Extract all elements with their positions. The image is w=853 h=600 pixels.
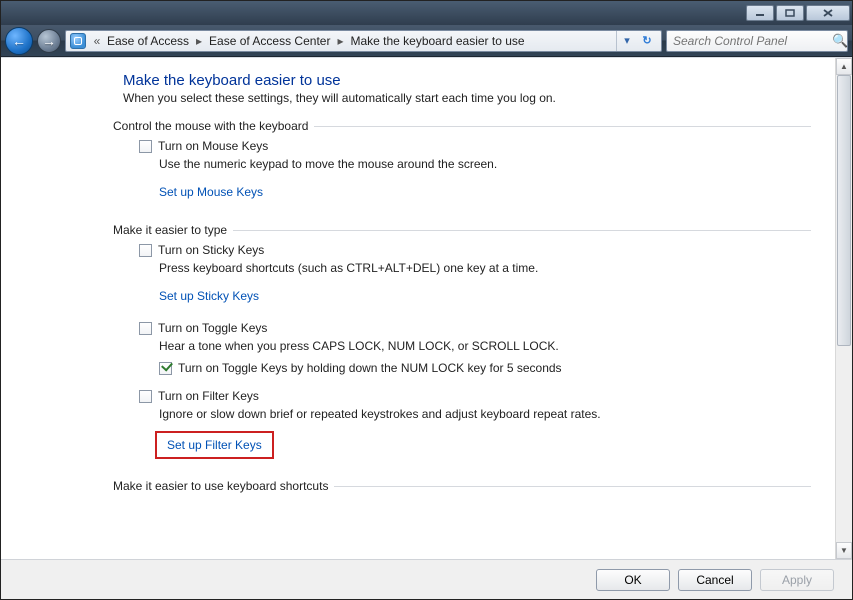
search-box[interactable]: 🔍 [666, 30, 848, 52]
annotation-filter-keys: Set up Filter Keys [155, 431, 274, 459]
search-input[interactable] [671, 33, 832, 49]
window: ← → « Ease of Access ▸ Ease of Access Ce… [0, 0, 853, 600]
row-toggle-numlock: Turn on Toggle Keys by holding down the … [159, 361, 811, 375]
breadcrumb-overflow[interactable]: « [90, 34, 104, 48]
scroll-down-button[interactable]: ▼ [836, 542, 852, 559]
address-dropdown[interactable]: ▾ [617, 31, 637, 51]
search-icon[interactable]: 🔍 [832, 33, 848, 49]
maximize-button[interactable] [776, 5, 804, 21]
address-bar[interactable]: « Ease of Access ▸ Ease of Access Center… [65, 30, 662, 52]
close-button[interactable] [806, 5, 850, 21]
group-head-label: Control the mouse with the keyboard [113, 119, 308, 133]
apply-button: Apply [760, 569, 834, 591]
link-setup-mouse-keys[interactable]: Set up Mouse Keys [159, 185, 263, 199]
navbar: ← → « Ease of Access ▸ Ease of Access Ce… [1, 25, 852, 57]
desc-toggle-keys: Hear a tone when you press CAPS LOCK, NU… [159, 339, 811, 353]
desc-mouse-keys: Use the numeric keypad to move the mouse… [159, 157, 811, 171]
link-setup-sticky-keys[interactable]: Set up Sticky Keys [159, 289, 259, 303]
content-wrap: Make the keyboard easier to use When you… [1, 57, 852, 559]
checkbox-label[interactable]: Turn on Toggle Keys by holding down the … [178, 361, 562, 375]
page-subtitle: When you select these settings, they wil… [123, 91, 811, 105]
desc-sticky-keys: Press keyboard shortcuts (such as CTRL+A… [159, 261, 811, 275]
refresh-icon: ↻ [642, 34, 651, 47]
breadcrumb-seg-current[interactable]: Make the keyboard easier to use [347, 34, 527, 48]
divider [233, 230, 811, 231]
checkbox-label[interactable]: Turn on Mouse Keys [158, 139, 268, 153]
breadcrumb-seg-center[interactable]: Ease of Access Center [206, 34, 333, 48]
checkbox-sticky-keys[interactable] [139, 244, 152, 257]
cancel-button[interactable]: Cancel [678, 569, 752, 591]
address-right-controls: ▾ ↻ [616, 31, 657, 51]
row-mouse-keys: Turn on Mouse Keys [139, 139, 811, 153]
scroll-thumb[interactable] [837, 75, 851, 346]
content: Make the keyboard easier to use When you… [1, 58, 835, 559]
row-toggle-keys: Turn on Toggle Keys [139, 321, 811, 335]
scroll-track[interactable] [836, 75, 852, 542]
chevron-right-icon[interactable]: ▸ [333, 34, 347, 48]
link-setup-filter-keys[interactable]: Set up Filter Keys [167, 438, 262, 452]
ok-button[interactable]: OK [596, 569, 670, 591]
group-head-label: Make it easier to type [113, 223, 227, 237]
checkbox-filter-keys[interactable] [139, 390, 152, 403]
checkbox-label[interactable]: Turn on Toggle Keys [158, 321, 267, 335]
forward-button[interactable]: → [37, 29, 61, 53]
row-sticky-keys: Turn on Sticky Keys [139, 243, 811, 257]
group-head-shortcuts: Make it easier to use keyboard shortcuts [113, 479, 811, 493]
divider [314, 126, 811, 127]
page-title: Make the keyboard easier to use [123, 72, 811, 89]
desc-filter-keys: Ignore or slow down brief or repeated ke… [159, 407, 811, 421]
button-bar: OK Cancel Apply [1, 559, 852, 599]
minimize-button[interactable] [746, 5, 774, 21]
arrow-right-icon: → [42, 33, 56, 49]
divider [334, 486, 811, 487]
scroll-up-button[interactable]: ▲ [836, 58, 852, 75]
arrow-left-icon: ← [12, 33, 26, 49]
checkbox-mouse-keys[interactable] [139, 140, 152, 153]
chevron-right-icon[interactable]: ▸ [192, 34, 206, 48]
checkbox-label[interactable]: Turn on Sticky Keys [158, 243, 264, 257]
group-head-type: Make it easier to type [113, 223, 811, 237]
row-filter-keys: Turn on Filter Keys [139, 389, 811, 403]
control-panel-icon [70, 33, 86, 49]
checkbox-toggle-numlock-hold[interactable] [159, 362, 172, 375]
group-head-mouse: Control the mouse with the keyboard [113, 119, 811, 133]
refresh-button[interactable]: ↻ [637, 31, 657, 51]
breadcrumb-seg-ease-of-access[interactable]: Ease of Access [104, 34, 192, 48]
group-head-label: Make it easier to use keyboard shortcuts [113, 479, 328, 493]
checkbox-toggle-keys[interactable] [139, 322, 152, 335]
back-button[interactable]: ← [5, 27, 33, 55]
checkbox-label[interactable]: Turn on Filter Keys [158, 389, 259, 403]
titlebar [1, 1, 852, 25]
scrollbar[interactable]: ▲ ▼ [835, 58, 852, 559]
